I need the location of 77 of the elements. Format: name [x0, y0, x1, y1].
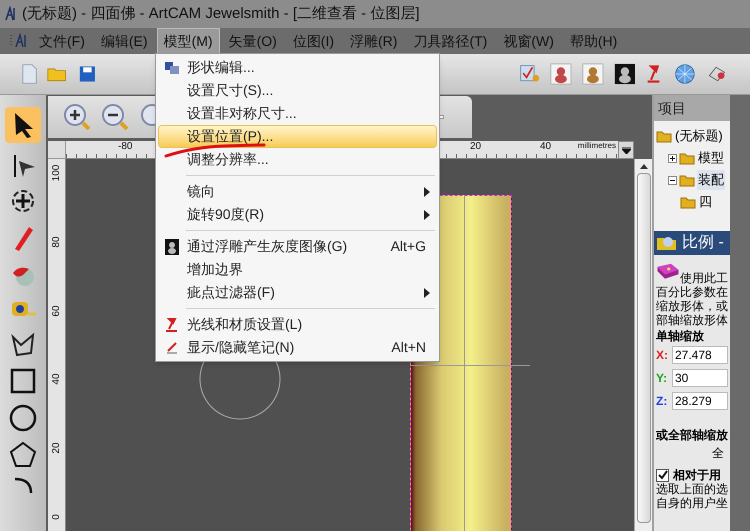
menu-item[interactable]: 浮雕(R) [343, 28, 404, 54]
submenu-arrow-icon [424, 210, 430, 220]
arrow-pointer-icon[interactable] [5, 107, 41, 143]
section-title: 单轴缩放 [656, 329, 705, 343]
ruler-label: 40 [51, 372, 63, 387]
tree-item[interactable]: 模型 [697, 148, 725, 168]
menu-item[interactable]: 调整分辨率... [158, 148, 437, 171]
ruler-label: 60 [51, 304, 63, 318]
ruler-label: 80 [51, 235, 63, 250]
folder-icon [679, 151, 695, 165]
input-field[interactable]: 30 [672, 369, 728, 387]
circle-icon[interactable] [8, 403, 38, 433]
submenu-arrow-icon [424, 186, 430, 196]
collapse-icon[interactable] [668, 176, 677, 184]
axis-label: X: [656, 348, 669, 362]
ruler-label: 0 [51, 513, 63, 522]
submenu-arrow-icon [424, 288, 430, 298]
folder-icon [656, 129, 672, 143]
panel-title: 比例 - [682, 232, 724, 253]
expand-icon[interactable] [668, 154, 677, 162]
description-text: 百分比参数在 缩放形体，或 部轴缩放形体 [656, 285, 728, 327]
checkbox[interactable] [656, 468, 669, 482]
menu-item[interactable]: 显示/隐藏笔记(N) Alt+N [158, 336, 437, 359]
menu-item[interactable]: 刀具路径(T) [406, 28, 494, 54]
menu-item[interactable]: 通过浮雕产生灰度图像(G) Alt+G [158, 235, 437, 258]
axis-label: Y: [656, 371, 668, 385]
caret-down-icon [622, 146, 630, 154]
axis-label: Z: [656, 394, 668, 408]
vertical-scrollbar[interactable] [634, 159, 652, 531]
input-field[interactable]: 28.279 [672, 392, 728, 410]
polyline-icon[interactable] [9, 331, 37, 359]
tree-item[interactable]: 四 [698, 192, 713, 212]
zoom-in-icon[interactable] [62, 102, 92, 132]
pentagon-icon[interactable] [9, 441, 37, 469]
menu-item[interactable]: 增加边界 [158, 258, 437, 281]
input-field[interactable]: 27.478 [672, 346, 728, 364]
ruler-label: 20 [470, 141, 482, 153]
folder-icon [680, 195, 696, 209]
menu-item[interactable]: 旋转90度(R) [158, 203, 437, 226]
menu-item[interactable]: 文件(F) [32, 28, 92, 54]
menu-item[interactable]: 编辑(E) [94, 28, 155, 54]
window-title: (无标题) - 四面佛 - ArtCAM Jewelsmith - [二维查看 - 位图层] [22, 4, 420, 24]
folder-icon [679, 173, 695, 187]
menu-item[interactable]: 设置尺寸(S)... [158, 79, 437, 102]
menu-item[interactable]: 设置位置(P)... [158, 125, 437, 148]
checkbox-label: 相对于用 [673, 468, 721, 482]
all-axes-label: 全 [711, 446, 725, 460]
ruler-menu-button[interactable] [618, 141, 634, 159]
menu-item[interactable]: 镜向 [158, 180, 437, 203]
app-logo-icon [4, 6, 18, 22]
tree-item[interactable]: (无标题) [674, 126, 724, 146]
shape-edit-icon [164, 60, 180, 74]
menu-item[interactable]: 位图(I) [286, 28, 341, 54]
zoom-out-icon[interactable] [100, 102, 130, 132]
rectangle-icon[interactable] [9, 367, 37, 395]
move-rotate-icon[interactable] [9, 187, 37, 215]
save-icon[interactable] [78, 64, 96, 84]
description-text: 使用此工 [680, 271, 728, 285]
ruler-label: 100 [51, 164, 63, 182]
section-title: 或全部轴缩放 [656, 428, 728, 442]
ruler-label: 20 [51, 442, 63, 456]
folder-icon [656, 234, 678, 252]
menu-item[interactable]: 模型(M) [156, 28, 220, 54]
note-text: 选取上面的选 自身的用户坐 [656, 482, 728, 510]
menu-item[interactable]: 帮助(H) [562, 28, 624, 54]
menu-item[interactable]: 光线和材质设置(L) [158, 313, 437, 336]
menu-item[interactable]: 视窗(W) [496, 28, 561, 54]
ruler-label: -80 [118, 141, 132, 153]
note-pencil-icon [165, 340, 179, 354]
lamp-icon [165, 318, 179, 332]
menu-item[interactable]: 疵点过滤器(F) [158, 281, 437, 304]
ruler-label: 40 [540, 141, 552, 153]
panel-title: 项目 [654, 95, 730, 121]
scroll-thumb[interactable] [636, 173, 650, 523]
ruler-units: millimetres [578, 141, 616, 151]
tree-item[interactable]: 装配 [697, 170, 725, 190]
menu-item[interactable]: 矢量(O) [222, 28, 284, 54]
